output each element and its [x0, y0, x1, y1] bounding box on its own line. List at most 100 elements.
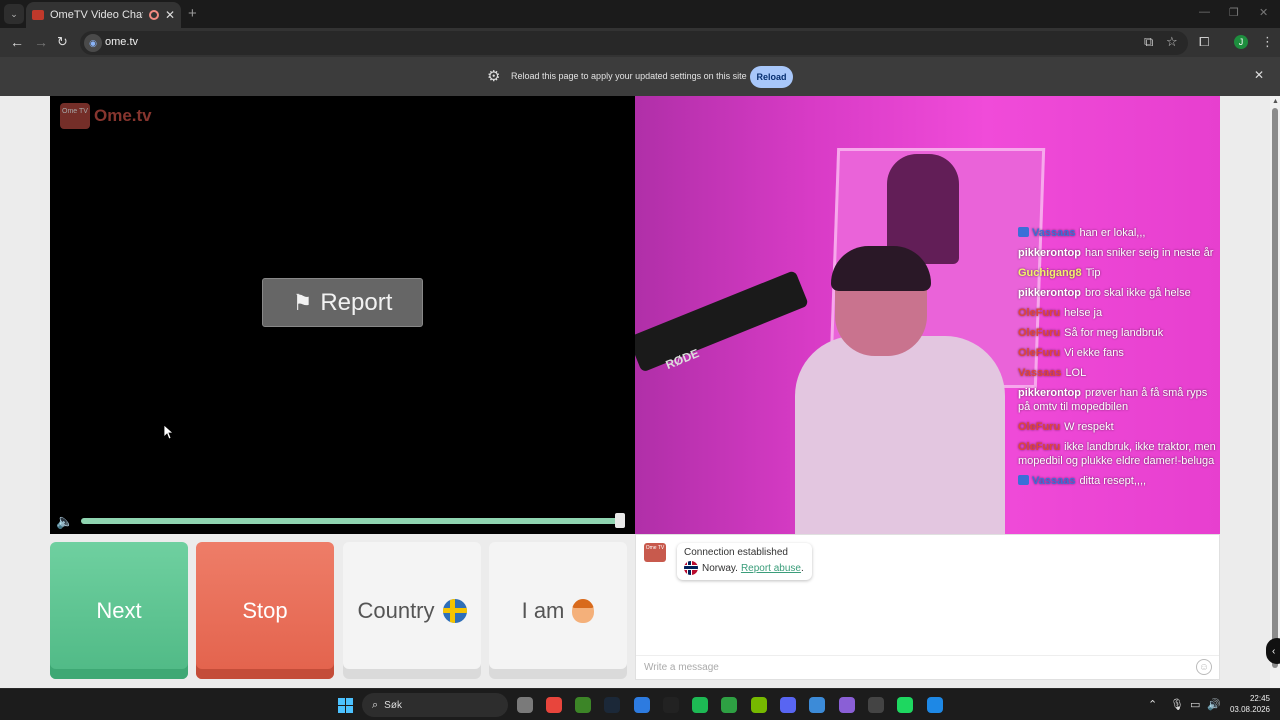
photos-icon[interactable]: [809, 697, 825, 713]
stream-chat-overlay: Vassaas han er lokal,,, pikkerontop han sni…: [1018, 226, 1218, 494]
chat-username: Vassaas: [1032, 475, 1076, 487]
reload-icon[interactable]: ↻: [57, 34, 68, 50]
chat-text: ditta resept,,,,: [1079, 475, 1147, 487]
site-info-icon[interactable]: ◉: [84, 34, 102, 52]
minecraft-icon[interactable]: [575, 697, 591, 713]
volume-icon[interactable]: 🔈: [56, 513, 73, 530]
infobar-close-icon[interactable]: ✕: [1254, 68, 1264, 82]
chat-username: OleFuru: [1018, 421, 1061, 433]
back-icon[interactable]: ←: [10, 34, 24, 50]
report-button[interactable]: ⚑ Report: [262, 278, 423, 327]
chat-username: OleFuru: [1018, 347, 1061, 359]
gender-button[interactable]: I am: [489, 542, 627, 679]
volume-knob[interactable]: [615, 513, 625, 528]
volume-fill: [81, 518, 621, 524]
microphone-icon[interactable]: 🎙: [1170, 698, 1184, 711]
chat-text: W respekt: [1064, 421, 1114, 433]
streamer-hair: [831, 246, 931, 291]
next-button[interactable]: Next: [50, 542, 188, 679]
scrollbar-thumb[interactable]: [1272, 108, 1278, 668]
windows-start-icon[interactable]: [338, 698, 353, 713]
i-am-label: I am: [521, 597, 565, 623]
chat-username: OleFuru: [1018, 307, 1061, 319]
chat-panel: Ome TV Connection established Norway. Re…: [635, 534, 1220, 680]
norway-flag-icon: [684, 561, 698, 575]
remote-video-panel: RØDE Vassaas han er lokal,,, pikkerontop ha…: [635, 96, 1220, 534]
next-label: Next: [96, 597, 142, 623]
search-label: Søk: [384, 699, 402, 711]
minimize-icon[interactable]: —: [1199, 6, 1210, 18]
tab-title: OmeTV Video Chat — Ome: [50, 9, 143, 21]
logo-badge: Ome TV: [60, 103, 90, 129]
infobar-reload-button[interactable]: Reload: [750, 66, 793, 88]
message-input-row: ☺: [636, 655, 1219, 679]
active-tab[interactable]: OmeTV Video Chat — Ome ✕: [26, 2, 181, 28]
chat-username: Vassaas: [1018, 367, 1062, 379]
stop-button[interactable]: Stop: [196, 542, 334, 679]
chat-message: pikkerontop bro skal ikke gå helse: [1018, 286, 1218, 300]
network-icon[interactable]: ▭: [1190, 698, 1200, 711]
app-green-h-icon[interactable]: [692, 697, 708, 713]
chat-message: OleFuru helse ja: [1018, 306, 1218, 320]
taskbar-search[interactable]: ⌕ Søk: [362, 693, 508, 717]
chat-username: Vassaas: [1032, 227, 1076, 239]
steam-icon[interactable]: [604, 697, 620, 713]
speaker-icon[interactable]: 🔊: [1207, 698, 1221, 711]
chat-text: han sniker seig in neste år: [1084, 247, 1214, 259]
message-input[interactable]: [644, 656, 1184, 678]
menu-kebab-icon[interactable]: ⋮: [1261, 34, 1274, 50]
forward-icon[interactable]: →: [34, 34, 48, 50]
chat-message: Guchigang8 Tip: [1018, 266, 1218, 280]
local-video-panel: Ome TV Ome.tv ⚑ Report 🔈: [50, 96, 635, 534]
emoji-icon[interactable]: ☺: [1196, 659, 1212, 675]
chat-text: Så for meg landbruk: [1064, 327, 1164, 339]
sidebar-toggle-icon[interactable]: ‹: [1266, 638, 1280, 664]
close-tab-icon[interactable]: ✕: [165, 8, 175, 22]
chat-username: pikkerontop: [1018, 387, 1081, 399]
chat-username: pikkerontop: [1018, 287, 1081, 299]
chat-message: Vassaas han er lokal,,,: [1018, 226, 1218, 240]
tab-search-button[interactable]: ⌄: [4, 4, 24, 24]
capcut-icon[interactable]: [663, 697, 679, 713]
report-label: Report: [320, 288, 393, 316]
close-window-icon[interactable]: ✕: [1259, 6, 1268, 19]
cast-icon[interactable]: ⧉: [1144, 34, 1153, 50]
extensions-icon[interactable]: ⧠: [1199, 34, 1209, 50]
system-message: Connection established Norway. Report ab…: [677, 543, 812, 580]
chat-username: Guchigang8: [1018, 267, 1082, 279]
new-tab-icon[interactable]: +: [188, 5, 197, 22]
country-button[interactable]: Country: [343, 542, 481, 679]
tray-chevron-icon[interactable]: ⌃: [1148, 698, 1157, 711]
reload-infobar: ⚙ Reload this page to apply your updated…: [0, 57, 1280, 96]
nvidia-icon[interactable]: [751, 697, 767, 713]
ometv-favicon-icon: [32, 10, 44, 20]
recording-indicator-icon: [148, 10, 159, 20]
browser-toolbar: ← → ↻ ◉ ome.tv ⧉ ☆ ⧠ ⋮: [0, 28, 1280, 57]
sweden-flag-icon: [442, 598, 467, 623]
system-clock[interactable]: 22:45 03.08.2026: [1226, 693, 1270, 715]
app-green-box-icon[interactable]: [721, 697, 737, 713]
chrome-icon[interactable]: [546, 697, 562, 713]
obs-icon[interactable]: [868, 697, 884, 713]
app-blue-icon[interactable]: [634, 697, 650, 713]
browser-app-icon[interactable]: [839, 697, 855, 713]
partner-country: Norway.: [702, 562, 738, 574]
maximize-icon[interactable]: ❐: [1229, 6, 1239, 19]
bookmark-star-icon[interactable]: ☆: [1166, 34, 1178, 50]
chat-message: OleFuru ikke landbruk, ikke traktor, men …: [1018, 440, 1218, 468]
address-bar[interactable]: ◉ ome.tv: [80, 31, 1188, 55]
discord-icon[interactable]: [780, 697, 796, 713]
scroll-up-arrow-icon[interactable]: ▲: [1272, 98, 1279, 105]
spotify-icon[interactable]: [897, 697, 913, 713]
file-explorer-icon[interactable]: [517, 697, 533, 713]
chat-message: pikkerontop han sniker seig in neste år: [1018, 246, 1218, 260]
windows-taskbar: ⌕ Søk ⌃ 🎙 ▭ 🔊 22:45 03.08.2026: [0, 688, 1280, 720]
settings-gear-icon: ⚙: [487, 68, 501, 85]
chat-username: pikkerontop: [1018, 247, 1081, 259]
profile-avatar[interactable]: J: [1234, 35, 1248, 49]
app-blue2-icon[interactable]: [927, 697, 943, 713]
chat-username: OleFuru: [1018, 327, 1061, 339]
report-abuse-link[interactable]: Report abuse: [741, 563, 801, 574]
url-text: ome.tv: [105, 36, 139, 48]
volume-slider[interactable]: [81, 518, 621, 524]
